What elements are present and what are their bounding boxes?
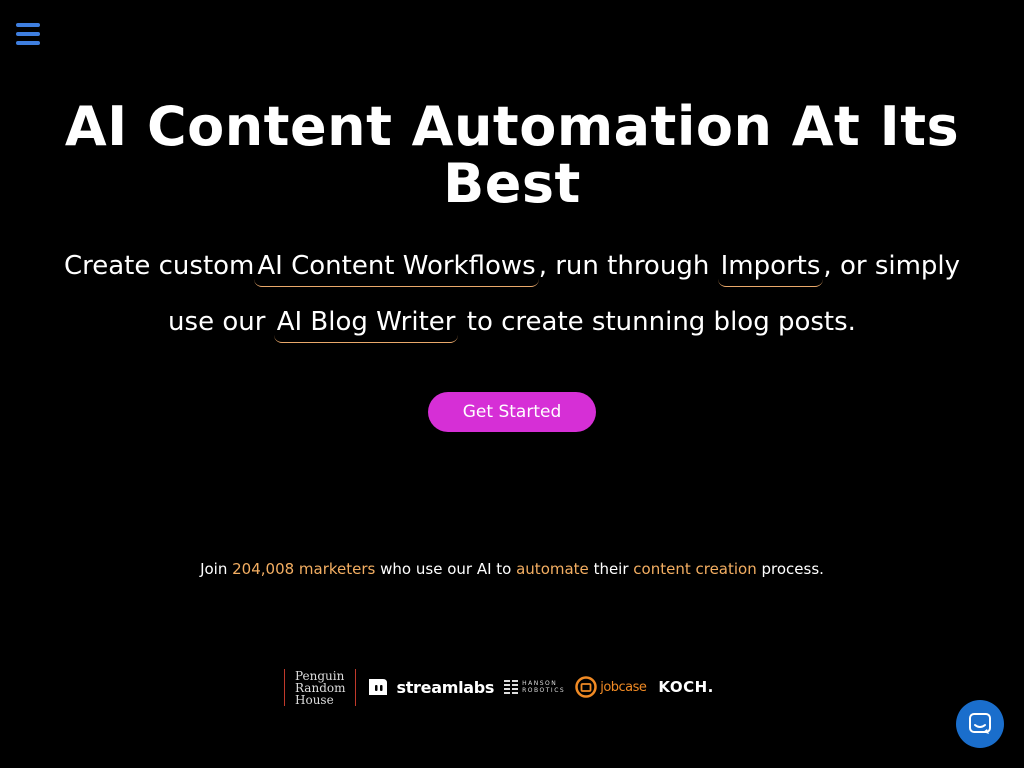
hero-title: AI Content Automation At Its Best <box>64 95 960 215</box>
prh-line-2: Random <box>295 680 346 695</box>
join-text-3: their <box>593 560 629 578</box>
hanson-line-2: ROBOTICS <box>522 687 566 694</box>
hero-sub-text-2: , run through <box>538 251 710 281</box>
jobcase-wordmark: jobcase <box>600 679 647 695</box>
hamburger-menu-icon[interactable] <box>16 23 40 45</box>
streamlabs-logo: streamlabs <box>366 677 494 697</box>
hanson-line-1: HANSON <box>522 680 558 687</box>
streamlabs-wordmark: streamlabs <box>396 677 495 697</box>
chat-bubble-icon <box>969 713 991 734</box>
chat-icon[interactable] <box>956 700 1004 748</box>
hero-sub-text-4: to create stunning blog posts. <box>466 307 856 337</box>
marketer-count: 204,008 marketers <box>232 560 376 578</box>
join-text-4: process. <box>761 560 824 578</box>
hanson-icon <box>504 680 519 694</box>
prh-line-3: House <box>295 692 334 707</box>
join-text-2: who use our AI to <box>380 560 512 578</box>
customer-logos: Penguin Random House streamlabs HANSON R… <box>284 668 714 706</box>
penguin-random-house-logo: Penguin Random House <box>284 668 357 707</box>
jobcase-icon <box>575 676 597 698</box>
ai-blog-writer-link[interactable]: AI Blog Writer <box>273 302 459 343</box>
imports-link[interactable]: Imports <box>717 246 824 287</box>
get-started-button[interactable]: Get Started <box>428 392 596 432</box>
hanson-robotics-logo: HANSON ROBOTICS <box>504 680 565 694</box>
join-content-creation: content creation <box>633 560 757 578</box>
prh-line-1: Penguin <box>295 668 345 683</box>
join-automate: automate <box>516 560 589 578</box>
page: AI Content Automation At Its Best Create… <box>0 0 1024 768</box>
hero-sub-text-1: Create custom <box>63 251 255 281</box>
koch-logo: KOCH. <box>658 678 713 696</box>
jobcase-logo: jobcase <box>575 676 647 698</box>
hero-subtitle: Create custom AI Content Workflows, run t… <box>40 238 984 350</box>
social-proof-text: Join 204,008 marketers who use our AI to… <box>0 559 1024 579</box>
streamlabs-icon <box>369 679 388 695</box>
ai-content-workflows-link[interactable]: AI Content Workflows <box>254 246 539 287</box>
koch-wordmark: KOCH. <box>658 678 714 696</box>
join-text-1: Join <box>200 560 228 578</box>
